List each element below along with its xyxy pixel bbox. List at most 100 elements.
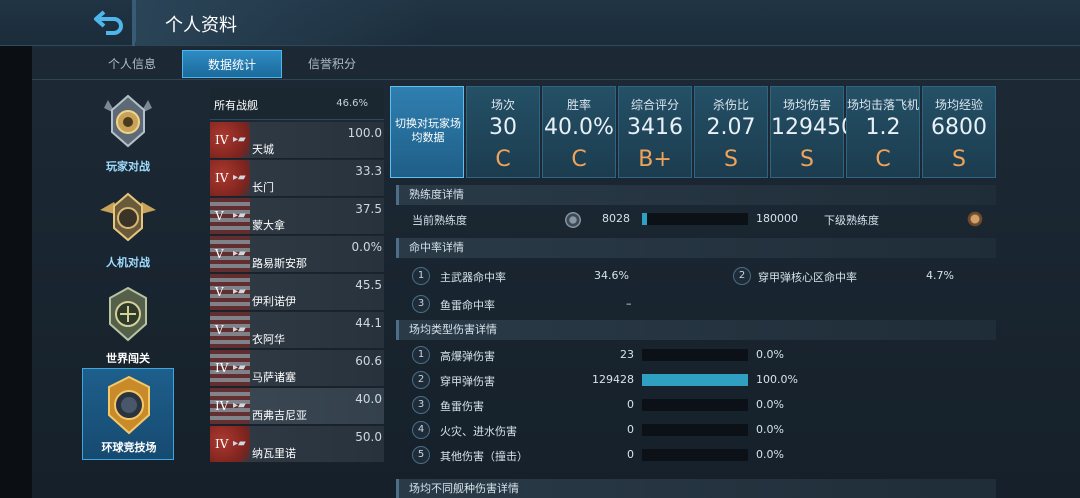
ship-class-icon: ▸▰ (233, 324, 246, 335)
ship-item[interactable]: IV ▸▰ 马萨诸塞 60.6 (210, 350, 384, 387)
ship-tier: V (215, 323, 224, 337)
ship-list: 所有战舰 46.6% IV ▸▰ 天城 100.0 IV ▸▰ 长门 33.3 V ▸▰ 蒙大拿 37… (210, 88, 384, 498)
tab-bar: 个人信息 数据统计 信誉积分 (32, 48, 1080, 80)
tab-personal-info[interactable]: 个人信息 (82, 50, 182, 78)
stat-value: 129450 (771, 115, 855, 140)
tab-credit-score[interactable]: 信誉积分 (282, 50, 382, 78)
ship-tier: IV (215, 437, 229, 451)
mode-arena[interactable]: 环球竞技场 (82, 368, 174, 460)
mode-world[interactable]: 世界闯关 (82, 278, 174, 370)
tab-data-stats[interactable]: 数据统计 (182, 50, 282, 78)
ship-class-icon: ▸▰ (233, 172, 246, 183)
damage-bar (642, 449, 748, 461)
switch-data-label: 切换对玩家场均数据 (395, 117, 461, 144)
stat-label: 杀伤比 (712, 98, 749, 112)
damage-label: 鱼雷伤害 (440, 400, 484, 413)
ship-item[interactable]: IV ▸▰ 长门 33.3 (210, 160, 384, 197)
ship-tier: IV (215, 399, 229, 413)
ship-score: 40.0 (355, 392, 382, 406)
damage-pct: 0.0% (756, 423, 784, 436)
damage-num: 3 (412, 396, 430, 414)
damage-bar (642, 349, 748, 361)
damage-value: 23 (620, 348, 634, 361)
damage-num: 4 (412, 421, 430, 439)
hitrate-value-3: – (626, 297, 632, 310)
ship-item[interactable]: V ▸▰ 伊利诺伊 45.5 (210, 274, 384, 311)
mode-label-world: 世界闯关 (106, 352, 150, 365)
ship-item[interactable]: IV ▸▰ 西弗吉尼亚 40.0 (210, 388, 384, 425)
hitrate-num-2: 2 (733, 267, 751, 285)
stat-card: 场均伤害 129450 S (770, 86, 855, 178)
stat-label: 场次 (490, 98, 515, 112)
damage-bar (642, 424, 748, 436)
damage-label: 高爆弹伤害 (440, 350, 495, 363)
rank-emblem-icon (966, 210, 984, 228)
ship-score: 37.5 (355, 202, 382, 216)
ship-class-icon: ▸▰ (233, 134, 246, 145)
hitrate-num-3: 3 (412, 295, 430, 313)
stat-label: 场均伤害 (782, 98, 831, 112)
top-bar: 个人资料 (0, 0, 1080, 46)
ship-class-icon: ▸▰ (233, 286, 246, 297)
ship-item[interactable]: V ▸▰ 路易斯安那 0.0% (210, 236, 384, 273)
stat-card: 场均击落飞机 1.2 C (846, 86, 920, 178)
mode-label-pvp: 玩家对战 (106, 160, 150, 173)
ship-item[interactable]: V ▸▰ 衣阿华 44.1 (210, 312, 384, 349)
mode-label-pve: 人机对战 (106, 256, 150, 269)
next-proficiency-value: 180000 (756, 212, 798, 225)
stat-value: 6800 (931, 115, 987, 140)
ship-item[interactable]: IV ▸▰ 天城 100.0 (210, 122, 384, 159)
damage-value: 0 (627, 448, 634, 461)
stat-grade: C (875, 147, 891, 172)
ship-score: 100.0 (347, 126, 382, 140)
ship-all-pct: 46.6% (336, 98, 368, 109)
damage-bar (642, 399, 748, 411)
damage-num: 1 (412, 346, 430, 364)
mode-pve[interactable]: 人机对战 (82, 182, 174, 274)
stat-value: 30 (489, 115, 517, 140)
left-edge-strip (0, 0, 32, 498)
hitrate-label-3: 鱼雷命中率 (440, 299, 495, 312)
ship-name: 西弗吉尼亚 (252, 409, 307, 422)
proficiency-bar (642, 213, 748, 225)
world-badge-icon (109, 286, 147, 342)
damage-pct: 0.0% (756, 448, 784, 461)
ship-score: 0.0% (351, 240, 383, 254)
proficiency-gear-icon (565, 212, 581, 228)
ship-class-icon: ▸▰ (233, 210, 246, 221)
hitrate-label-1: 主武器命中率 (440, 271, 506, 284)
ship-tier: V (215, 209, 224, 223)
ship-class-icon: ▸▰ (233, 400, 246, 411)
damage-bar-fill (642, 374, 748, 386)
stat-card: 综合评分 3416 B+ (618, 86, 692, 178)
ship-item-all[interactable]: 所有战舰 46.6% (210, 88, 384, 120)
stat-label: 综合评分 (630, 98, 679, 112)
ship-name: 纳瓦里诺 (252, 447, 296, 460)
pvp-badge-icon (104, 94, 152, 148)
ship-class-icon: ▸▰ (233, 362, 246, 373)
ship-item[interactable]: V ▸▰ 蒙大拿 37.5 (210, 198, 384, 235)
damage-num: 5 (412, 446, 430, 464)
ship-item[interactable]: IV ▸▰ 纳瓦里诺 50.0 (210, 426, 384, 463)
stat-card: 胜率 40.0% C (542, 86, 616, 178)
mode-pvp[interactable]: 玩家对战 (82, 86, 174, 178)
damage-bar (642, 374, 748, 386)
stat-value: 2.07 (706, 115, 756, 140)
switch-data-button[interactable]: 切换对玩家场均数据 (390, 86, 464, 178)
section-hitrate: 命中率详情 (396, 238, 996, 258)
damage-label: 火灾、进水伤害 (440, 425, 517, 438)
next-proficiency-label: 下级熟练度 (824, 214, 879, 227)
pve-badge-icon (100, 192, 156, 242)
back-arrow-icon[interactable] (92, 8, 126, 36)
stat-card: 杀伤比 2.07 S (694, 86, 768, 178)
ship-tier: IV (215, 171, 229, 185)
page-title: 个人资料 (165, 15, 237, 36)
stat-label: 胜率 (566, 98, 591, 112)
stat-label: 场均经验 (934, 98, 983, 112)
stat-label: 场均击落飞机 (847, 98, 920, 112)
ship-name: 蒙大拿 (252, 219, 285, 232)
stat-grade: B+ (638, 147, 672, 172)
mode-sidebar: 玩家对战 人机对战 世界闯关 环球竞技场 (82, 86, 174, 466)
mode-label-arena: 环球竞技场 (101, 441, 157, 454)
proficiency-bar-fill (642, 213, 647, 225)
